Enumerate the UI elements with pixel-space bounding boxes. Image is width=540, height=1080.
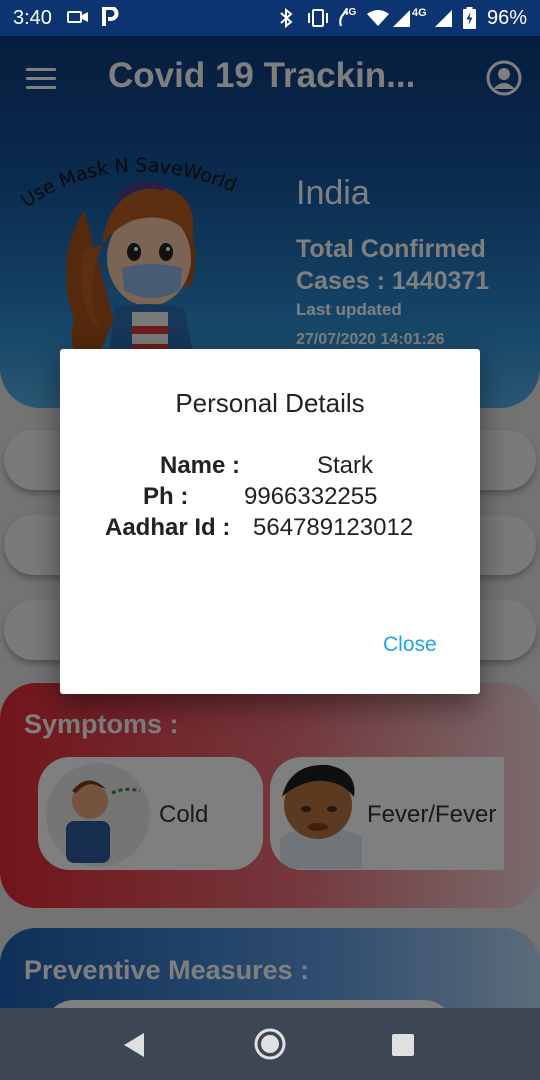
signal-icon-2	[435, 10, 452, 27]
detail-row-phone: Ph : 9966332255	[60, 483, 480, 513]
system-nav-bar	[0, 1008, 540, 1080]
status-bar: 3:40 4G 4G 96%	[0, 0, 540, 36]
network-type-label-2: 4G	[412, 7, 427, 19]
close-button[interactable]: Close	[383, 633, 437, 657]
detail-row-name: Name : Stark	[60, 452, 480, 482]
aadhar-label: Aadhar Id :	[105, 514, 231, 541]
status-time: 3:40	[13, 7, 52, 29]
phone-value: 9966332255	[244, 483, 378, 510]
name-value: Stark	[317, 452, 374, 479]
network-type-label: 4G	[343, 7, 357, 18]
personal-details-dialog: Personal Details Name : Stark Ph : 99663…	[60, 349, 480, 694]
video-icon	[67, 11, 88, 23]
recents-icon[interactable]	[391, 1033, 415, 1057]
signal-icon	[393, 10, 410, 27]
dialog-title: Personal Details	[175, 388, 365, 418]
aadhar-value: 564789123012	[253, 514, 414, 541]
vibrate-icon	[308, 9, 328, 27]
parking-icon	[102, 7, 119, 26]
phone-label: Ph :	[143, 483, 189, 510]
home-icon[interactable]	[253, 1027, 287, 1061]
battery-percent: 96%	[487, 7, 528, 29]
name-label: Name :	[160, 452, 241, 479]
wifi-icon	[367, 10, 389, 26]
bluetooth-icon	[280, 8, 293, 28]
back-icon[interactable]	[122, 1032, 146, 1058]
battery-charging-icon	[463, 7, 476, 29]
detail-row-aadhar: Aadhar Id : 564789123012	[60, 514, 480, 544]
